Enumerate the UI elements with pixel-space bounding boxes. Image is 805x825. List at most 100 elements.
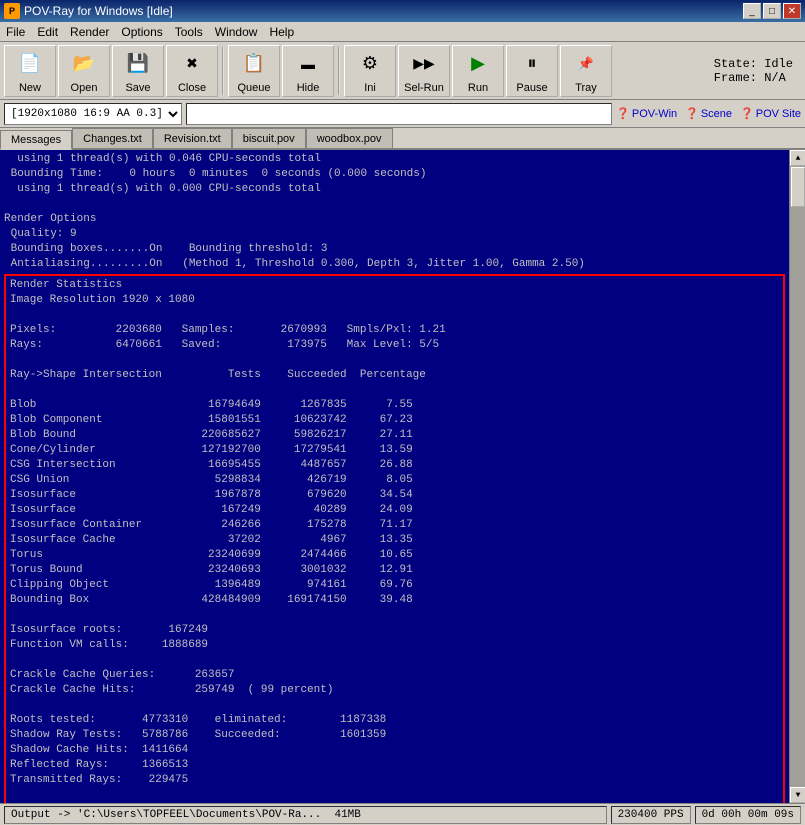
frame-text: Frame: N/A: [714, 71, 793, 85]
hide-label: Hide: [297, 82, 320, 94]
stats-transmitted: Transmitted Rays: 229475: [10, 773, 779, 788]
tray-label: Tray: [575, 82, 597, 94]
queue-icon: 📋: [238, 48, 270, 80]
status-output: Output -> 'C:\Users\TOPFEEL\Documents\PO…: [4, 806, 607, 824]
hide-icon: ▬: [292, 48, 324, 80]
scrollbar-thumb[interactable]: [791, 167, 805, 207]
menu-help[interactable]: Help: [263, 23, 300, 41]
stats-blank6: [10, 698, 779, 713]
stats-blank3: [10, 383, 779, 398]
scrollbar[interactable]: ▲ ▼: [789, 150, 805, 803]
tab-messages[interactable]: Messages: [0, 130, 72, 150]
resolution-select[interactable]: [1920x1080 16:9 AA 0.3]: [4, 103, 182, 125]
content-area[interactable]: using 1 thread(s) with 0.046 CPU-seconds…: [0, 150, 789, 803]
tab-woodbox[interactable]: woodbox.pov: [306, 128, 393, 148]
selrun-label: Sel-Run: [404, 82, 444, 94]
menu-bar: File Edit Render Options Tools Window He…: [0, 22, 805, 42]
title-bar-buttons: _ □ ✕: [743, 3, 801, 19]
povwin-icon: ❓: [616, 107, 630, 120]
save-icon: 💾: [122, 48, 154, 80]
stats-intersection-header: Ray->Shape Intersection Tests Succeeded …: [10, 368, 779, 383]
stats-csgintersect: CSG Intersection 16695455 4487657 26.88: [10, 458, 779, 473]
scrollbar-track[interactable]: [790, 166, 805, 787]
new-button[interactable]: 📄 New: [4, 45, 56, 97]
status-pps: 230400 PPS: [611, 806, 691, 824]
pause-button[interactable]: ⏸ Pause: [506, 45, 558, 97]
scroll-down-button[interactable]: ▼: [790, 787, 805, 803]
new-icon: 📄: [14, 48, 46, 80]
stats-blank5: [10, 653, 779, 668]
status-bar: Output -> 'C:\Users\TOPFEEL\Documents\PO…: [0, 803, 805, 825]
hide-button[interactable]: ▬ Hide: [282, 45, 334, 97]
line-3: using 1 thread(s) with 0.000 CPU-seconds…: [4, 182, 785, 197]
stats-resolution: Image Resolution 1920 x 1080: [10, 293, 779, 308]
menu-options[interactable]: Options: [115, 23, 168, 41]
stats-blank2: [10, 353, 779, 368]
stats-roots: Roots tested: 4773310 eliminated: 118733…: [10, 713, 779, 728]
toolbar-status: State: Idle Frame: N/A: [714, 57, 801, 85]
save-button[interactable]: 💾 Save: [112, 45, 164, 97]
scroll-up-button[interactable]: ▲: [790, 150, 805, 166]
stats-torusbound: Torus Bound 23240693 3001032 12.91: [10, 563, 779, 578]
tab-changes[interactable]: Changes.txt: [72, 128, 153, 148]
status-pps-text: 230400 PPS: [618, 809, 684, 821]
stats-reflected: Reflected Rays: 1366513: [10, 758, 779, 773]
close-doc-button[interactable]: ✖ Close: [166, 45, 218, 97]
queue-label: Queue: [237, 82, 270, 94]
stats-isosurface1: Isosurface 1967878 679620 34.54: [10, 488, 779, 503]
line-4: [4, 197, 785, 212]
menu-edit[interactable]: Edit: [31, 23, 64, 41]
menu-window[interactable]: Window: [209, 23, 264, 41]
stats-shadow-hits: Shadow Cache Hits: 1411664: [10, 743, 779, 758]
stats-rays: Rays: 6470661 Saved: 173975 Max Level: 5…: [10, 338, 779, 353]
povwin-label[interactable]: POV-Win: [632, 108, 677, 120]
tray-button[interactable]: 📌 Tray: [560, 45, 612, 97]
title-bar-text: POV-Ray for Windows [Idle]: [24, 4, 173, 18]
stats-csgunion: CSG Union 5298834 426719 8.05: [10, 473, 779, 488]
state-text: State: Idle: [714, 57, 793, 71]
stats-blobbound: Blob Bound 220685627 59826217 27.11: [10, 428, 779, 443]
queue-button[interactable]: 📋 Queue: [228, 45, 280, 97]
stats-functionvm: Function VM calls: 1888689: [10, 638, 779, 653]
line-antialiasing: Antialiasing.........On (Method 1, Thres…: [4, 257, 785, 272]
stats-crackle-hits: Crackle Cache Hits: 259749 ( 99 percent): [10, 683, 779, 698]
menu-file[interactable]: File: [0, 23, 31, 41]
stats-blank7: [10, 788, 779, 803]
menu-tools[interactable]: Tools: [169, 23, 209, 41]
minimize-button[interactable]: _: [743, 3, 761, 19]
close-button[interactable]: ✕: [783, 3, 801, 19]
open-button[interactable]: 📂 Open: [58, 45, 110, 97]
stats-blob: Blob 16794649 1267835 7.55: [10, 398, 779, 413]
new-label: New: [19, 82, 41, 94]
selrun-icon: ▶▶: [408, 48, 440, 80]
toolbar-separator-2: [338, 47, 340, 95]
ini-button[interactable]: ⚙ Ini: [344, 45, 396, 97]
scene-label[interactable]: Scene: [701, 108, 732, 120]
app-icon: P: [4, 3, 20, 19]
scene-link[interactable]: ❓ Scene: [685, 107, 732, 120]
povsite-label[interactable]: POV Site: [756, 108, 801, 120]
status-output-text: Output -> 'C:\Users\TOPFEEL\Documents\PO…: [11, 809, 321, 821]
tab-revision[interactable]: Revision.txt: [153, 128, 232, 148]
address-input[interactable]: [186, 103, 612, 125]
status-time-text: 0d 00h 00m 09s: [702, 809, 794, 821]
run-icon: ▶: [462, 48, 494, 80]
povwin-link[interactable]: ❓ POV-Win: [616, 107, 677, 120]
close-doc-icon: ✖: [176, 48, 208, 80]
line-bounding: Bounding boxes.......On Bounding thresho…: [4, 242, 785, 257]
tab-biscuit[interactable]: biscuit.pov: [232, 128, 306, 148]
status-time: 0d 00h 00m 09s: [695, 806, 801, 824]
selrun-button[interactable]: ▶▶ Sel-Run: [398, 45, 450, 97]
pause-label: Pause: [516, 82, 547, 94]
povsite-link[interactable]: ❓ POV Site: [740, 107, 801, 120]
open-icon: 📂: [68, 48, 100, 80]
menu-render[interactable]: Render: [64, 23, 115, 41]
line-1: using 1 thread(s) with 0.046 CPU-seconds…: [4, 152, 785, 167]
stats-header: Render Statistics: [10, 278, 779, 293]
maximize-button[interactable]: □: [763, 3, 781, 19]
save-label: Save: [125, 82, 150, 94]
run-button[interactable]: ▶ Run: [452, 45, 504, 97]
address-bar: [1920x1080 16:9 AA 0.3] ❓ POV-Win ❓ Scen…: [0, 100, 805, 128]
line-quality: Quality: 9: [4, 227, 785, 242]
title-bar: P POV-Ray for Windows [Idle] _ □ ✕: [0, 0, 805, 22]
